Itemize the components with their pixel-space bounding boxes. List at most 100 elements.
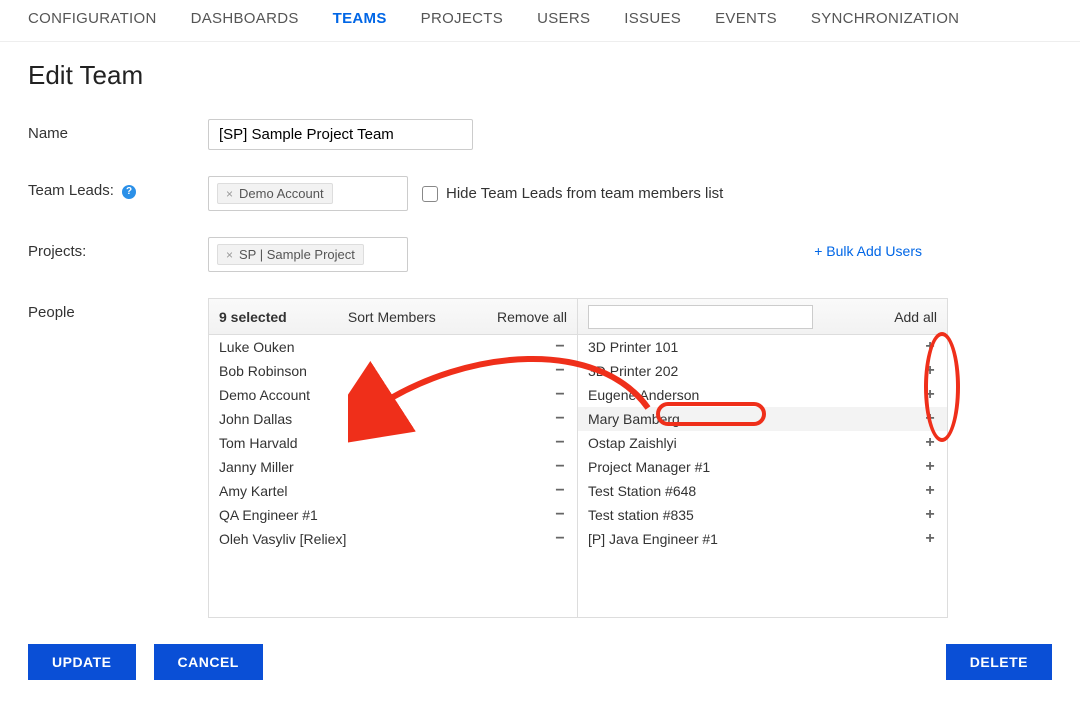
available-member-row[interactable]: Eugene Anderson + <box>578 383 947 407</box>
selected-member-row[interactable]: Tom Harvald − <box>209 431 577 455</box>
member-name: Test station #835 <box>588 507 694 523</box>
add-member-icon[interactable]: + <box>923 410 937 428</box>
available-member-row[interactable]: 3D Printer 101 + <box>578 335 947 359</box>
label-people: People <box>28 298 208 321</box>
member-name: Eugene Anderson <box>588 387 699 403</box>
remove-member-icon[interactable]: − <box>553 338 567 356</box>
nav-item-dashboards[interactable]: DASHBOARDS <box>191 10 299 27</box>
top-nav: CONFIGURATION DASHBOARDS TEAMS PROJECTS USER… <box>0 0 1080 42</box>
add-member-icon[interactable]: + <box>923 506 937 524</box>
label-name: Name <box>28 119 208 142</box>
available-member-row[interactable]: Mary Bamberg + <box>578 407 947 431</box>
hide-leads-checkbox-wrap[interactable]: Hide Team Leads from team members list <box>422 185 723 202</box>
member-name: John Dallas <box>219 411 292 427</box>
team-leads-tagbox[interactable]: × Demo Account <box>208 176 408 211</box>
remove-member-icon[interactable]: − <box>553 434 567 452</box>
people-dual-list: 9 selected Sort Members Remove all Luke … <box>208 298 948 618</box>
selected-member-row[interactable]: QA Engineer #1 − <box>209 503 577 527</box>
add-member-icon[interactable]: + <box>923 386 937 404</box>
available-member-row[interactable]: Project Manager #1 + <box>578 455 947 479</box>
member-name: Luke Ouken <box>219 339 295 355</box>
member-name: Test Station #648 <box>588 483 696 499</box>
selected-pane-header: 9 selected Sort Members Remove all <box>209 299 577 335</box>
row-people: People 9 selected Sort Members Remove al… <box>28 298 1052 618</box>
available-members-pane: Add all 3D Printer 101+3D Printer 202+Eu… <box>578 299 947 617</box>
nav-item-synchronization[interactable]: SYNCHRONIZATION <box>811 10 959 27</box>
projects-tagbox[interactable]: × SP | Sample Project <box>208 237 408 272</box>
page-body: Edit Team Name Team Leads: ? × Demo Acco… <box>0 42 1080 710</box>
delete-button[interactable]: DELETE <box>946 644 1052 680</box>
member-name: QA Engineer #1 <box>219 507 318 523</box>
available-member-row[interactable]: Test Station #648 + <box>578 479 947 503</box>
add-member-icon[interactable]: + <box>923 458 937 476</box>
nav-item-issues[interactable]: ISSUES <box>624 10 681 27</box>
remove-member-icon[interactable]: − <box>553 386 567 404</box>
add-member-icon[interactable]: + <box>923 530 937 548</box>
update-button[interactable]: UPDATE <box>28 644 136 680</box>
cancel-button[interactable]: CANCEL <box>154 644 263 680</box>
nav-item-projects[interactable]: PROJECTS <box>421 10 503 27</box>
member-name: 3D Printer 101 <box>588 339 678 355</box>
available-member-row[interactable]: Ostap Zaishlyi + <box>578 431 947 455</box>
selected-members-pane: 9 selected Sort Members Remove all Luke … <box>209 299 578 617</box>
row-name: Name <box>28 119 1052 150</box>
member-name: Ostap Zaishlyi <box>588 435 677 451</box>
add-member-icon[interactable]: + <box>923 338 937 356</box>
member-name: Project Manager #1 <box>588 459 710 475</box>
selected-member-row[interactable]: Luke Ouken − <box>209 335 577 359</box>
member-name: [P] Java Engineer #1 <box>588 531 718 547</box>
sort-members-link[interactable]: Sort Members <box>348 309 436 325</box>
footer-buttons: UPDATE CANCEL DELETE <box>28 644 1052 680</box>
label-projects: Projects: <box>28 237 208 260</box>
page-title: Edit Team <box>28 60 1052 91</box>
selected-member-row[interactable]: Amy Kartel − <box>209 479 577 503</box>
nav-item-teams[interactable]: TEAMS <box>333 10 387 27</box>
remove-tag-icon[interactable]: × <box>226 248 233 262</box>
row-projects: Projects: × SP | Sample Project + Bulk A… <box>28 237 1052 272</box>
selected-rows: Luke Ouken−Bob Robinson−Demo Account−Joh… <box>209 335 577 617</box>
project-tag[interactable]: × SP | Sample Project <box>217 244 364 265</box>
available-filter-input[interactable] <box>588 305 813 329</box>
available-rows: 3D Printer 101+3D Printer 202+Eugene And… <box>578 335 947 617</box>
selected-count: 9 selected <box>219 309 287 325</box>
available-member-row[interactable]: Test station #835 + <box>578 503 947 527</box>
remove-member-icon[interactable]: − <box>553 410 567 428</box>
nav-item-users[interactable]: USERS <box>537 10 590 27</box>
add-all-link[interactable]: Add all <box>894 309 937 325</box>
available-member-row[interactable]: 3D Printer 202 + <box>578 359 947 383</box>
member-name: Demo Account <box>219 387 310 403</box>
remove-tag-icon[interactable]: × <box>226 187 233 201</box>
remove-member-icon[interactable]: − <box>553 458 567 476</box>
member-name: Tom Harvald <box>219 435 298 451</box>
selected-member-row[interactable]: Oleh Vasyliv [Reliex] − <box>209 527 577 551</box>
member-name: Mary Bamberg <box>588 411 680 427</box>
remove-all-link[interactable]: Remove all <box>497 309 567 325</box>
member-name: Oleh Vasyliv [Reliex] <box>219 531 346 547</box>
add-member-icon[interactable]: + <box>923 362 937 380</box>
help-icon[interactable]: ? <box>122 185 136 199</box>
add-member-icon[interactable]: + <box>923 434 937 452</box>
remove-member-icon[interactable]: − <box>553 506 567 524</box>
member-name: Amy Kartel <box>219 483 287 499</box>
remove-member-icon[interactable]: − <box>553 530 567 548</box>
remove-member-icon[interactable]: − <box>553 362 567 380</box>
team-name-input[interactable] <box>208 119 473 150</box>
member-name: 3D Printer 202 <box>588 363 678 379</box>
nav-item-events[interactable]: EVENTS <box>715 10 777 27</box>
member-name: Bob Robinson <box>219 363 307 379</box>
bulk-add-users-link[interactable]: + Bulk Add Users <box>814 243 922 259</box>
member-name: Janny Miller <box>219 459 294 475</box>
team-lead-tag[interactable]: × Demo Account <box>217 183 333 204</box>
label-team-leads: Team Leads: ? <box>28 176 208 200</box>
hide-leads-checkbox[interactable] <box>422 186 438 202</box>
remove-member-icon[interactable]: − <box>553 482 567 500</box>
selected-member-row[interactable]: Janny Miller − <box>209 455 577 479</box>
add-member-icon[interactable]: + <box>923 482 937 500</box>
hide-leads-label: Hide Team Leads from team members list <box>446 185 723 202</box>
selected-member-row[interactable]: Demo Account − <box>209 383 577 407</box>
row-team-leads: Team Leads: ? × Demo Account Hide Team L… <box>28 176 1052 211</box>
nav-item-configuration[interactable]: CONFIGURATION <box>28 10 157 27</box>
selected-member-row[interactable]: John Dallas − <box>209 407 577 431</box>
available-member-row[interactable]: [P] Java Engineer #1 + <box>578 527 947 551</box>
selected-member-row[interactable]: Bob Robinson − <box>209 359 577 383</box>
